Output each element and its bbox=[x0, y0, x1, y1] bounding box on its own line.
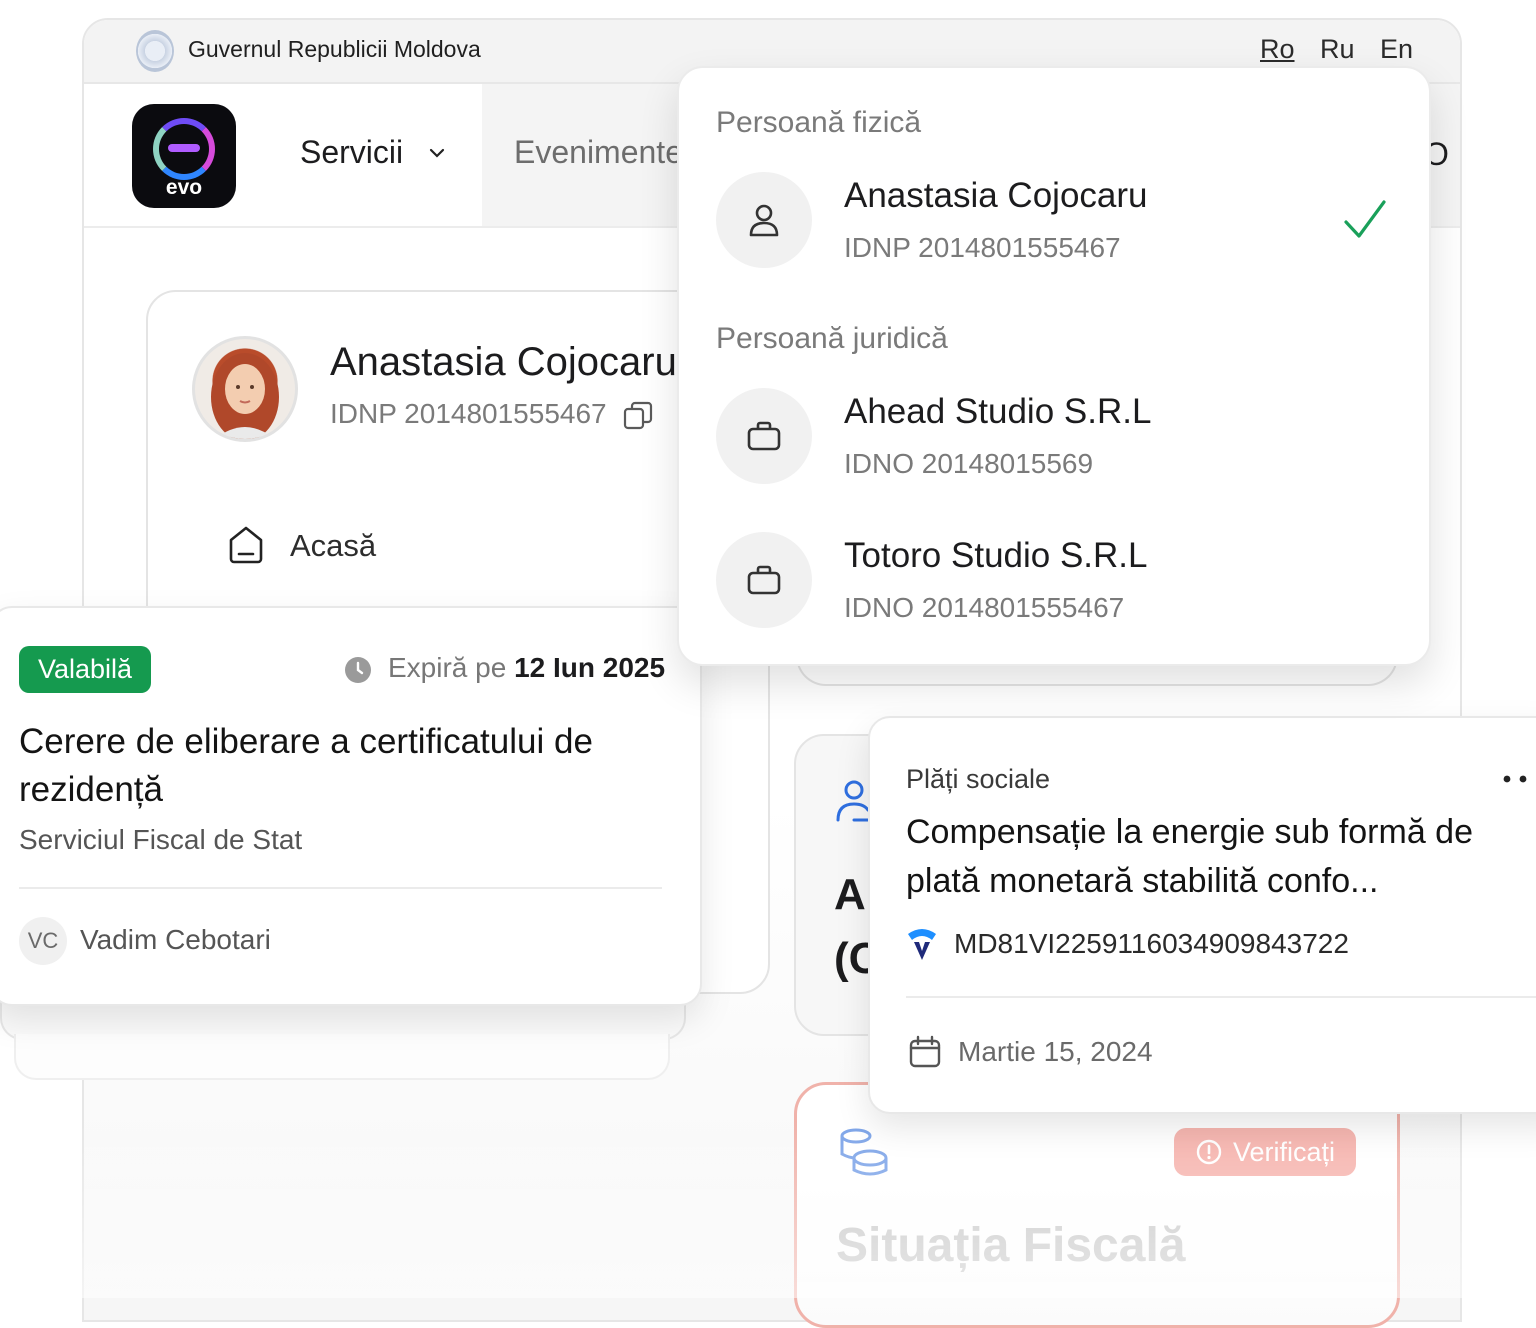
profile-idnp: IDNP 2014801555467 bbox=[330, 398, 607, 429]
document-issuer: Serviciul Fiscal de Stat bbox=[19, 824, 303, 855]
payment-iban: MD81VI225911603490984​3722 bbox=[954, 928, 1349, 959]
bank-logo-icon bbox=[908, 929, 936, 960]
owner-name: Vadim Cebotari bbox=[80, 924, 271, 955]
coins-icon bbox=[840, 1128, 888, 1176]
alert-circle-icon bbox=[1196, 1139, 1222, 1165]
payment-title: Compensație la energie sub formă de plat… bbox=[906, 813, 1473, 900]
account-name[interactable]: Ahead Studio S.R.L bbox=[844, 392, 1151, 432]
owner-avatar: VC bbox=[19, 917, 67, 965]
account-avatar bbox=[716, 388, 812, 484]
profile-name: Anastasia Cojocaru bbox=[330, 340, 677, 384]
account-id: IDNP 2014801555467 bbox=[844, 232, 1121, 263]
account-name[interactable]: Totoro Studio S.R.L bbox=[844, 536, 1148, 576]
status-badge: Valabilă bbox=[19, 646, 151, 693]
check-icon bbox=[1344, 200, 1386, 238]
calendar-icon bbox=[909, 1035, 941, 1068]
account-id: IDNO 20148015569 bbox=[844, 448, 1094, 479]
home-icon bbox=[229, 526, 263, 564]
evo-logo[interactable]: evo bbox=[132, 104, 236, 208]
account-avatar bbox=[716, 172, 812, 268]
payment-category: Plăți sociale bbox=[906, 764, 1051, 794]
nav-item-evenimente[interactable]: Evenimente bbox=[514, 134, 683, 171]
verify-badge[interactable]: Verificați bbox=[1174, 1128, 1356, 1176]
account-name[interactable]: Anastasia Cojocaru bbox=[844, 176, 1148, 216]
copy-icon[interactable] bbox=[622, 400, 654, 432]
sidebar-item-acasa[interactable]: Acasă bbox=[290, 528, 376, 564]
account-avatar bbox=[716, 532, 812, 628]
payment-date: Martie 15, 2024 bbox=[958, 1036, 1153, 1067]
evo-logo-bar-icon bbox=[168, 144, 200, 152]
avatar[interactable] bbox=[192, 336, 298, 442]
divider bbox=[906, 996, 1536, 998]
account-id: IDNO 2014801555467 bbox=[844, 592, 1125, 623]
expiry-date: 12 Iun 2025 bbox=[514, 652, 666, 683]
document-title: Cerere de eliberare a certificatului de … bbox=[19, 722, 593, 809]
verify-badge-label: Verificați bbox=[1232, 1136, 1336, 1167]
avatar-photo-icon bbox=[211, 353, 279, 439]
language-ro[interactable]: Ro bbox=[1260, 34, 1295, 65]
fiscal-card-title: Situația Fiscală bbox=[836, 1219, 1186, 1272]
logo-text: evo bbox=[165, 176, 203, 199]
fiscal-situation-card[interactable] bbox=[794, 1082, 1400, 1328]
clock-icon bbox=[345, 657, 371, 683]
language-ru[interactable]: Ru bbox=[1320, 34, 1355, 65]
expiry-text: Expiră pe 12 Iun 2025 bbox=[388, 652, 665, 684]
briefcase-icon bbox=[747, 565, 781, 595]
chevron-down-icon[interactable] bbox=[426, 142, 448, 164]
section-heading-legal: Persoană juridică bbox=[716, 322, 948, 355]
stacked-card bbox=[14, 1034, 670, 1080]
nav-item-servicii[interactable]: Servicii bbox=[300, 134, 403, 171]
briefcase-icon bbox=[747, 421, 781, 451]
user-icon bbox=[749, 204, 779, 237]
government-title: Guvernul Republicii Moldova bbox=[188, 36, 481, 62]
divider bbox=[19, 887, 662, 889]
moldova-emblem-icon bbox=[136, 30, 174, 72]
language-en[interactable]: En bbox=[1380, 34, 1413, 65]
expiry-prefix: Expiră pe bbox=[388, 652, 507, 683]
section-heading-individual: Persoană fizică bbox=[716, 106, 922, 139]
background-card-text-1: A bbox=[834, 870, 866, 919]
more-options-icon[interactable] bbox=[1502, 772, 1532, 786]
